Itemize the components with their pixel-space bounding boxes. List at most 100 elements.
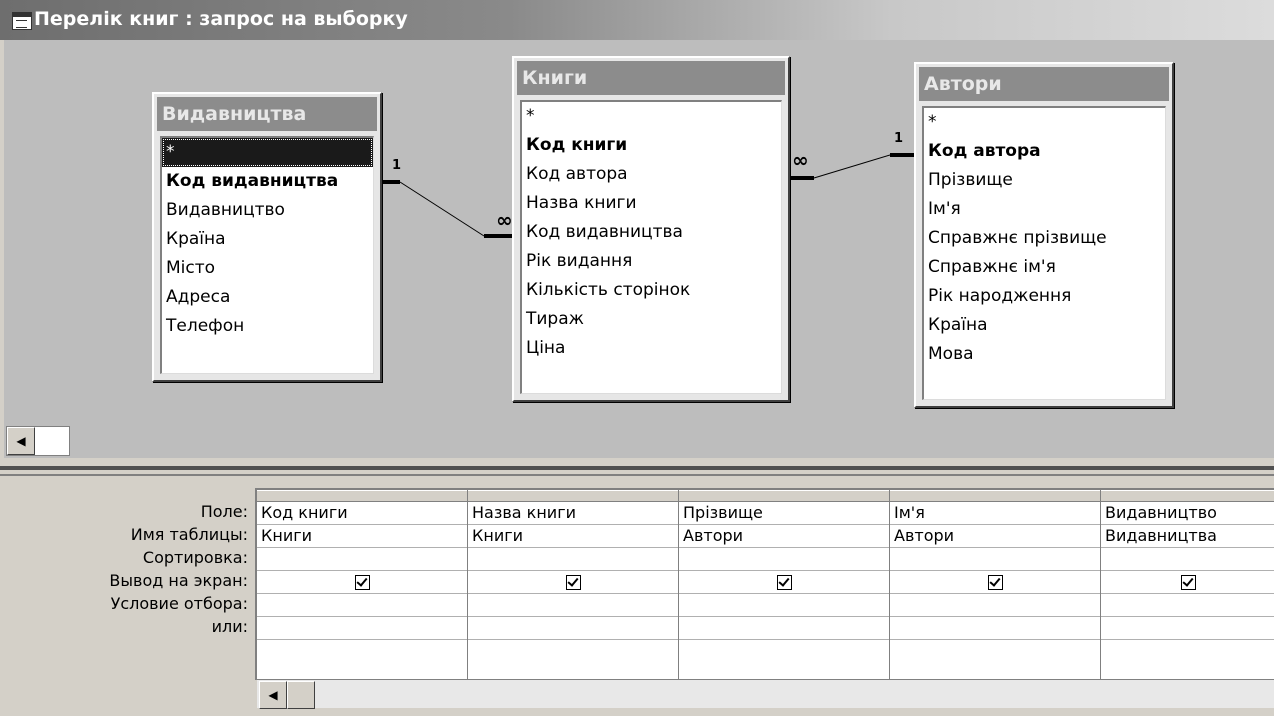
field-item[interactable]: Ім'я: [924, 195, 1165, 224]
grid-column[interactable]: Код книги Книги: [257, 490, 468, 680]
window-title: Перелік книг : запрос на выборку: [34, 8, 408, 30]
cell-or[interactable]: [679, 617, 889, 640]
table-title[interactable]: Видавництва: [157, 97, 377, 131]
column-selector[interactable]: [257, 490, 467, 502]
diagram-horizontal-scrollbar[interactable]: ◀: [6, 426, 70, 456]
row-label-criteria: Условие отбора:: [110, 594, 248, 613]
column-selector[interactable]: [890, 490, 1100, 502]
scroll-thumb[interactable]: [287, 681, 315, 709]
field-item[interactable]: Код видавництва: [522, 218, 781, 247]
grid-row-labels: Поле: Имя таблицы: Сортировка: Вывод на …: [0, 500, 248, 638]
field-item[interactable]: Країна: [162, 225, 373, 254]
table-diagram-pane[interactable]: 1 ∞ ∞ 1 Видавництва * Код видавництва Ви…: [4, 40, 1274, 458]
field-item[interactable]: Справжнє ім'я: [924, 253, 1165, 282]
cell-show[interactable]: [257, 571, 467, 594]
table-box-books[interactable]: Книги * Код книги Код автора Назва книги…: [512, 56, 790, 402]
field-item[interactable]: Адреса: [162, 283, 373, 312]
checkbox-checked-icon[interactable]: [1181, 575, 1196, 590]
relation-many-label: ∞: [792, 148, 809, 172]
checkbox-checked-icon[interactable]: [987, 575, 1003, 590]
grid-column[interactable]: Ім'я Автори: [890, 490, 1101, 680]
field-item-all[interactable]: *: [924, 108, 1165, 137]
cell-or[interactable]: [468, 617, 678, 640]
field-item[interactable]: Ціна: [522, 334, 781, 363]
table-title[interactable]: Книги: [517, 61, 785, 95]
row-label-sort: Сортировка:: [142, 548, 248, 567]
cell-show[interactable]: [468, 571, 678, 594]
splitter-bar[interactable]: [0, 466, 1274, 470]
field-item-all[interactable]: *: [162, 138, 373, 167]
cell-criteria[interactable]: [257, 594, 467, 617]
grid-column[interactable]: Прізвище Автори: [679, 490, 890, 680]
scroll-left-arrow-icon[interactable]: ◀: [259, 681, 287, 709]
cell-sort[interactable]: [679, 548, 889, 571]
field-item[interactable]: Кількість сторінок: [522, 276, 781, 305]
relation-many-label: ∞: [496, 208, 513, 232]
grid-horizontal-scrollbar[interactable]: ◀: [257, 679, 1274, 709]
field-item-key[interactable]: Код видавництва: [162, 167, 373, 196]
field-item-key[interactable]: Код автора: [924, 137, 1165, 166]
cell-criteria[interactable]: [890, 594, 1100, 617]
window-titlebar[interactable]: Перелік книг : запрос на выборку: [0, 0, 1274, 40]
field-item[interactable]: Місто: [162, 254, 373, 283]
field-item[interactable]: Код автора: [522, 160, 781, 189]
row-label-show: Вывод на экран:: [109, 571, 248, 590]
scroll-left-arrow-icon[interactable]: ◀: [7, 427, 35, 455]
cell-sort[interactable]: [1101, 548, 1274, 571]
table-box-authors[interactable]: Автори * Код автора Прізвище Ім'я Справж…: [914, 62, 1174, 408]
cell-criteria[interactable]: [468, 594, 678, 617]
cell-show[interactable]: [679, 571, 889, 594]
column-selector[interactable]: [468, 490, 678, 502]
cell-criteria[interactable]: [1101, 594, 1274, 617]
query-window-icon: [12, 12, 32, 30]
table-title[interactable]: Автори: [919, 67, 1169, 101]
cell-or[interactable]: [257, 617, 467, 640]
cell-table[interactable]: Книги: [468, 525, 678, 548]
field-list[interactable]: * Код автора Прізвище Ім'я Справжнє пріз…: [922, 106, 1166, 400]
grid-column[interactable]: Видавництво Видавництва: [1101, 490, 1274, 680]
field-item[interactable]: Тираж: [522, 305, 781, 334]
cell-sort[interactable]: [257, 548, 467, 571]
field-item[interactable]: Рік народження: [924, 282, 1165, 311]
cell-show[interactable]: [890, 571, 1100, 594]
field-list[interactable]: * Код видавництва Видавництво Країна Міс…: [160, 136, 374, 374]
field-item[interactable]: Справжнє прізвище: [924, 224, 1165, 253]
checkbox-checked-icon[interactable]: [565, 575, 581, 590]
checkbox-checked-icon[interactable]: [354, 575, 370, 590]
row-label-table: Имя таблицы:: [130, 525, 248, 544]
field-item[interactable]: Мова: [924, 340, 1165, 369]
cell-or[interactable]: [890, 617, 1100, 640]
cell-field[interactable]: Прізвище: [679, 502, 889, 525]
cell-table[interactable]: Автори: [679, 525, 889, 548]
field-item[interactable]: Рік видання: [522, 247, 781, 276]
field-item-all[interactable]: *: [522, 102, 781, 131]
field-item[interactable]: Прізвище: [924, 166, 1165, 195]
cell-field[interactable]: Ім'я: [890, 502, 1100, 525]
field-item[interactable]: Телефон: [162, 312, 373, 341]
checkbox-checked-icon[interactable]: [776, 575, 792, 590]
field-item[interactable]: Назва книги: [522, 189, 781, 218]
cell-show[interactable]: [1101, 571, 1274, 594]
column-selector[interactable]: [679, 490, 889, 502]
cell-table[interactable]: Автори: [890, 525, 1100, 548]
cell-table[interactable]: Видавництва: [1101, 525, 1274, 548]
relation-one-label: 1: [392, 158, 402, 173]
cell-field[interactable]: Назва книги: [468, 502, 678, 525]
cell-sort[interactable]: [890, 548, 1100, 571]
query-design-grid[interactable]: Код книги Книги Назва книги Книги Прізви…: [255, 488, 1274, 680]
field-item[interactable]: Видавництво: [162, 196, 373, 225]
field-item[interactable]: Країна: [924, 311, 1165, 340]
cell-or[interactable]: [1101, 617, 1274, 640]
table-box-publishers[interactable]: Видавництва * Код видавництва Видавництв…: [152, 92, 382, 382]
cell-field[interactable]: Код книги: [257, 502, 467, 525]
column-selector[interactable]: [1101, 490, 1274, 502]
field-list[interactable]: * Код книги Код автора Назва книги Код в…: [520, 100, 782, 394]
cell-table[interactable]: Книги: [257, 525, 467, 548]
cell-field[interactable]: Видавництво: [1101, 502, 1274, 525]
splitter-divider: [0, 474, 1274, 476]
grid-column[interactable]: Назва книги Книги: [468, 490, 679, 680]
field-item-key[interactable]: Код книги: [522, 131, 781, 160]
row-label-or: или:: [211, 617, 248, 636]
cell-criteria[interactable]: [679, 594, 889, 617]
cell-sort[interactable]: [468, 548, 678, 571]
